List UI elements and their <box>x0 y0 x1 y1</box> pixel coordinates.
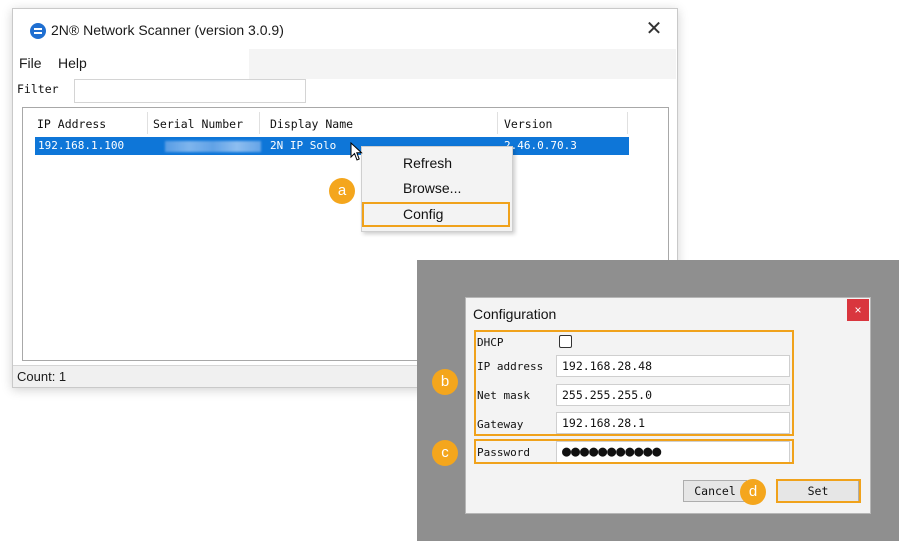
column-separator[interactable] <box>259 112 260 134</box>
menu-file[interactable]: File <box>19 55 42 71</box>
cancel-button[interactable]: Cancel <box>683 480 747 502</box>
window-title: 2N® Network Scanner (version 3.0.9) <box>51 22 284 38</box>
column-header-version[interactable]: Version <box>504 117 552 131</box>
status-count: Count: 1 <box>17 369 67 384</box>
column-header-ip-address[interactable]: IP Address <box>37 117 106 131</box>
column-separator[interactable] <box>497 112 498 134</box>
step-badge-d: d <box>740 479 766 505</box>
app-logo-icon <box>30 23 46 39</box>
config-highlight-box <box>362 202 510 227</box>
column-separator[interactable] <box>627 112 628 134</box>
password-highlight-box <box>474 439 794 464</box>
cell-version: 2.46.0.70.3 <box>504 139 577 152</box>
network-settings-highlight-box <box>474 330 794 436</box>
menubar-spacer <box>249 49 676 79</box>
table-row[interactable]: 192.168.1.100 2N IP Solo 2.46.0.70.3 <box>35 137 629 155</box>
dialog-close-button[interactable]: × <box>847 299 869 321</box>
column-header-serial-number[interactable]: Serial Number <box>153 117 243 131</box>
menu-help[interactable]: Help <box>58 55 87 71</box>
step-badge-b: b <box>432 369 458 395</box>
column-header-display-name[interactable]: Display Name <box>270 117 353 131</box>
cell-ip-address: 192.168.1.100 <box>38 139 125 152</box>
mouse-cursor-icon <box>350 142 363 161</box>
cell-display-name: 2N IP Solo <box>270 139 337 152</box>
filter-label: Filter <box>17 82 59 96</box>
step-badge-a: a <box>329 178 355 204</box>
set-highlight-box <box>776 479 861 503</box>
dialog-title: Configuration <box>473 306 557 322</box>
step-badge-c: c <box>432 440 458 466</box>
column-separator[interactable] <box>147 112 148 134</box>
context-menu-browse[interactable]: Browse... <box>403 180 461 196</box>
cell-serial-number-blurred <box>165 141 261 152</box>
filter-input[interactable] <box>74 79 306 103</box>
title-bar: 2N® Network Scanner (version 3.0.9) ✕ <box>13 9 677 49</box>
context-menu-refresh[interactable]: Refresh <box>403 155 452 171</box>
window-close-button[interactable]: ✕ <box>631 9 677 49</box>
status-bar: Count: 1 <box>13 365 419 387</box>
